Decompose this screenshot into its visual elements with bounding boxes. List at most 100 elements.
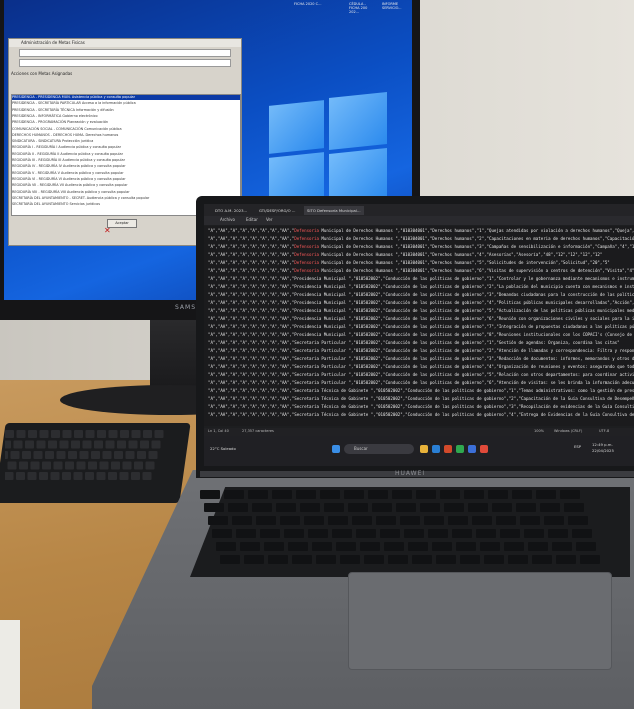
key: [436, 555, 456, 564]
key: [120, 430, 129, 438]
key: [204, 503, 224, 512]
menu-archivo[interactable]: Archivo: [220, 217, 235, 222]
table-row[interactable]: REGIDURÍA IV - REGIDURÍA IV Audiencia pú…: [12, 164, 240, 169]
key: [516, 503, 536, 512]
key: [404, 529, 424, 538]
key: [468, 503, 488, 512]
key: [48, 440, 57, 449]
filter-field[interactable]: [19, 49, 231, 57]
status-zoom: 100%: [534, 429, 545, 433]
chrome-icon[interactable]: [480, 445, 488, 453]
table-row[interactable]: PRESIDENCIA - PRESIDENCIA MUN. Asistenci…: [12, 95, 240, 100]
accept-button[interactable]: Aceptar: [107, 219, 137, 228]
table-row[interactable]: REGIDURÍA III - REGIDURÍA III Audiencia …: [12, 158, 240, 163]
key: [71, 440, 80, 449]
key: [360, 542, 380, 551]
key: [496, 516, 516, 525]
table-row[interactable]: PRESIDENCIA - INFORMÁTICA Gobierno elect…: [12, 114, 240, 119]
table-row[interactable]: COMUNICACIÓN SOCIAL - COMUNICACIÓN Comun…: [12, 127, 240, 132]
code-line: "A","AA","A","A","A","A","A","AA","Defen…: [208, 268, 634, 273]
clock-date[interactable]: 22/04/2025: [592, 448, 614, 453]
folder-icon[interactable]: [420, 445, 428, 453]
menu-ver[interactable]: Ver: [266, 217, 273, 222]
excel-icon[interactable]: [456, 445, 464, 453]
windows-logo-icon: [269, 91, 389, 205]
table-row[interactable]: PRESIDENCIA - PROGRAMACIÓN Planeación y …: [12, 120, 240, 125]
key: [268, 555, 288, 564]
table-row[interactable]: REGIDURÍA I - REGIDURÍA I Audiencia públ…: [12, 145, 240, 150]
touchpad[interactable]: [348, 572, 612, 670]
edge-icon[interactable]: [432, 445, 440, 453]
key: [564, 503, 584, 512]
table-row[interactable]: DERECHOS HUMANOS - DERECHOS HUMA. Derech…: [12, 133, 240, 138]
key: [364, 555, 384, 564]
code-line: "A","AA","A","A","A","A","A","AA","Defen…: [208, 260, 610, 265]
table-row[interactable]: SINDICATURA - SINDICATURA Protección jur…: [12, 139, 240, 144]
key: [256, 516, 276, 525]
code-line: "A","AA","A","A","A","A","A","AA","Secre…: [208, 404, 634, 409]
table-row[interactable]: PRESIDENCIA - SECRETARÍA TÉCNICA Informa…: [12, 108, 240, 113]
tab-3-active[interactable]: SITO Defensoría Municipal...: [304, 206, 364, 215]
key: [122, 461, 132, 470]
key: [412, 555, 432, 564]
key: [19, 461, 28, 470]
code-line: "A","AA","A","A","A","A","A","AA","Secre…: [208, 412, 634, 417]
taskbar-search[interactable]: Buscar: [344, 444, 414, 454]
key: [264, 542, 284, 551]
key: [400, 516, 420, 525]
filter-field-2[interactable]: [19, 59, 231, 67]
keyboard-keys: [5, 430, 164, 480]
clock-time[interactable]: 12:49 p.m.: [592, 442, 613, 447]
table-row[interactable]: REGIDURÍA VII - REGIDURÍA VII Audiencia …: [12, 183, 240, 188]
key: [248, 490, 268, 499]
key: [145, 461, 155, 470]
key: [16, 472, 25, 480]
key: [140, 440, 149, 449]
key: [25, 440, 34, 449]
key: [7, 461, 17, 470]
key: [56, 451, 66, 459]
menu-editar[interactable]: Editar: [246, 217, 258, 222]
close-icon[interactable]: ✕: [104, 226, 111, 235]
table-row[interactable]: REGIDURÍA VIII - REGIDURÍA VIII Audienci…: [12, 190, 240, 195]
key: [143, 430, 152, 438]
key: [312, 542, 332, 551]
table-row[interactable]: REGIDURÍA VI - REGIDURÍA VI Audiencia pú…: [12, 177, 240, 182]
key: [79, 451, 89, 459]
table-row[interactable]: REGIDURÍA V - REGIDURÍA V Audiencia públ…: [12, 171, 240, 176]
notepad-editor[interactable]: "A","AA","A","A","A","A","A","AA","Defen…: [204, 226, 634, 426]
key: [148, 451, 158, 459]
key: [228, 503, 248, 512]
key: [480, 542, 500, 551]
key: [208, 516, 228, 525]
word-icon[interactable]: [468, 445, 476, 453]
key: [117, 440, 126, 449]
desktop-icon-label[interactable]: INFORME SERVICIO...: [382, 2, 407, 10]
app-icon[interactable]: [444, 445, 452, 453]
start-icon[interactable]: [332, 445, 340, 453]
key: [296, 490, 316, 499]
tab-1[interactable]: DTO A.M. 2023...: [212, 206, 250, 215]
key: [424, 516, 444, 525]
key: [108, 430, 118, 438]
key: [59, 440, 69, 449]
language-indicator[interactable]: ESP: [574, 444, 581, 449]
code-line: "A","AA","A","A","A","A","A","AA","Presi…: [208, 316, 634, 321]
status-position: Ln 1, Col 40: [208, 429, 229, 433]
tab-2[interactable]: GTI/DESP/ORG/O ...: [256, 206, 299, 215]
code-line: "A","AA","A","A","A","A","A","AA","Secre…: [208, 356, 634, 361]
key: [137, 451, 146, 459]
desktop-icon-label[interactable]: FICHA 2020 C...: [294, 2, 321, 6]
key: [440, 490, 460, 499]
weather-widget[interactable]: 22°C Soleado: [210, 446, 236, 451]
desktop-icon-label[interactable]: CÉDULA - FICHA 200 202...: [349, 2, 374, 14]
key: [344, 490, 364, 499]
key: [372, 503, 392, 512]
window-title: Administración de Metas Fisicas: [21, 40, 85, 45]
status-chars: 27,357 caracteres: [242, 429, 274, 433]
key: [536, 490, 556, 499]
window-title-bar[interactable]: Administración de Metas Fisicas: [9, 39, 241, 47]
table-row[interactable]: REGIDURÍA II - REGIDURÍA II Audiencia pú…: [12, 152, 240, 157]
key: [556, 555, 576, 564]
table-row[interactable]: PRESIDENCIA - SECRETARÍA PARTICULAR Acce…: [12, 101, 240, 106]
